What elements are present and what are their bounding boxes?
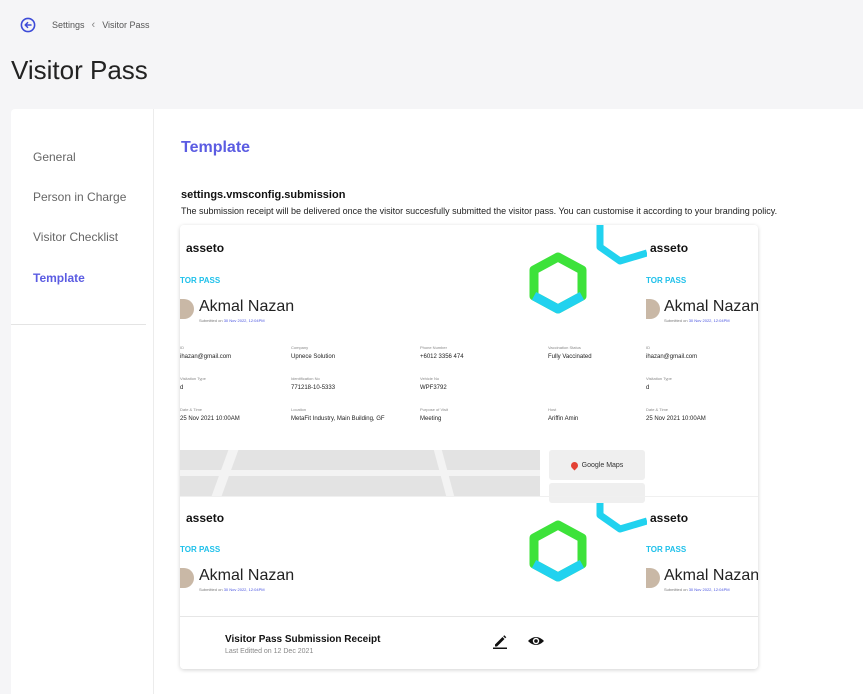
preview-visitor-name-right-2: Akmal Nazan: [664, 567, 758, 584]
preview-visitor-name-left: Akmal Nazan: [199, 298, 295, 315]
preview-field-label: Host: [548, 407, 557, 412]
preview-field-value: Ariffin Amin: [548, 416, 579, 422]
breadcrumb: Settings ‹ Visitor Pass: [20, 16, 150, 34]
preview-field-label: Company: [291, 345, 309, 350]
preview-visitor-name-left-2: Akmal Nazan: [199, 567, 295, 584]
preview-secondary-button: [549, 483, 645, 503]
submission-description: The submission receipt will be delivered…: [181, 206, 778, 216]
sidebar-item-template[interactable]: Template: [33, 271, 85, 285]
preview-field-label: Purpose of Visit: [420, 407, 448, 412]
preview-field-value: WPF3792: [420, 385, 447, 391]
breadcrumb-visitor-pass: Visitor Pass: [102, 20, 150, 30]
preview-divider: [180, 496, 758, 497]
preview-field-label: ID: [180, 345, 184, 350]
preview-field-label: Vaccination Status: [548, 345, 581, 350]
back-arrow-icon[interactable]: [20, 17, 36, 33]
preview-brand-left: asseto: [186, 241, 225, 255]
preview-visitor-name-right: Akmal Nazan: [664, 298, 758, 315]
preview-avatar: [646, 299, 660, 319]
template-preview[interactable]: asseto asseto TOR PASS TOR PASS Akmal Na…: [180, 225, 758, 616]
preview-submitted-right: Submitted on 30 Nov 2022, 12:04PM: [664, 318, 730, 323]
preview-field-value: Meeting: [420, 416, 442, 422]
preview-field-label: Location: [291, 407, 307, 412]
map-pin-icon: [569, 460, 580, 470]
preview-brand-right-2: asseto: [650, 511, 689, 525]
preview-field-value: 771218-10-5333: [291, 385, 336, 391]
preview-brand-left-2: asseto: [186, 511, 225, 525]
preview-field-value: 25 Nov 2021 10:00AM: [646, 416, 706, 422]
preview-field-value: d: [646, 385, 650, 391]
template-last-edited: Last Editted on 12 Dec 2021: [225, 648, 314, 655]
preview-pass-label-left: TOR PASS: [180, 276, 221, 285]
preview-field-label: Visitation Type: [646, 376, 672, 381]
sidebar-item-visitor-checklist[interactable]: Visitor Checklist: [33, 230, 118, 244]
preview-submitted-left-2: Submitted on 30 Nov 2022, 12:04PM: [199, 587, 265, 592]
preview-field-label: Identification No: [291, 376, 320, 381]
preview-field-value: Fully Vaccinated: [548, 354, 592, 360]
preview-brand-right: asseto: [650, 241, 689, 255]
preview-field-value: Upnece Solution: [291, 354, 336, 360]
preview-field-value: ihazan@gmail.com: [180, 354, 232, 360]
preview-map: [180, 450, 540, 496]
preview-avatar: [180, 299, 194, 319]
preview-pass-label-right-2: TOR PASS: [646, 545, 687, 554]
sidebar-divider: [11, 324, 146, 325]
preview-avatar: [646, 568, 660, 588]
sidebar-item-person-in-charge[interactable]: Person in Charge: [33, 190, 126, 204]
preview-field-value: MetaFit Industry, Main Building, GF: [291, 416, 385, 422]
breadcrumb-settings[interactable]: Settings: [52, 20, 85, 30]
preview-field-label: Vehicle No: [420, 376, 440, 381]
preview-field-value: 25 Nov 2021 10:00AM: [180, 416, 240, 422]
section-title: Template: [181, 139, 251, 156]
preview-field-label: Phone Number: [420, 345, 447, 350]
sidebar-item-general[interactable]: General: [33, 150, 76, 164]
preview-field-label: Date & Time: [180, 407, 203, 412]
template-name: Visitor Pass Submission Receipt: [225, 634, 381, 645]
preview-pass-label-right: TOR PASS: [646, 276, 687, 285]
eye-icon[interactable]: [527, 634, 545, 648]
preview-pass-label-left-2: TOR PASS: [180, 545, 221, 554]
preview-field-label: ID: [646, 345, 650, 350]
hexagon-logo-icon: [529, 493, 647, 582]
preview-field-value: d: [180, 385, 184, 391]
template-card-footer: Visitor Pass Submission Receipt Last Edi…: [180, 616, 758, 669]
preview-avatar: [180, 568, 194, 588]
preview-submitted-right-2: Submitted on 30 Nov 2022, 12:04PM: [664, 587, 730, 592]
settings-card: General Person in Charge Visitor Checkli…: [11, 109, 863, 694]
preview-submitted-left: Submitted on 30 Nov 2022, 12:04PM: [199, 318, 265, 323]
breadcrumb-separator-icon: ‹: [91, 19, 96, 31]
preview-field-value: ihazan@gmail.com: [646, 354, 698, 360]
page-title: Visitor Pass: [11, 55, 148, 85]
settings-sidebar: General Person in Charge Visitor Checkli…: [11, 109, 154, 694]
hexagon-logo-icon: [529, 225, 647, 314]
preview-field-label: Date & Time: [646, 407, 669, 412]
template-card[interactable]: asseto asseto TOR PASS TOR PASS Akmal Na…: [180, 225, 758, 669]
submission-heading: settings.vmsconfig.submission: [181, 189, 346, 201]
pencil-icon[interactable]: [492, 633, 508, 649]
preview-field-value: +6012 3356 474: [420, 354, 464, 360]
preview-field-label: Visitation Type: [180, 376, 206, 381]
google-maps-button: Google Maps: [549, 450, 645, 480]
